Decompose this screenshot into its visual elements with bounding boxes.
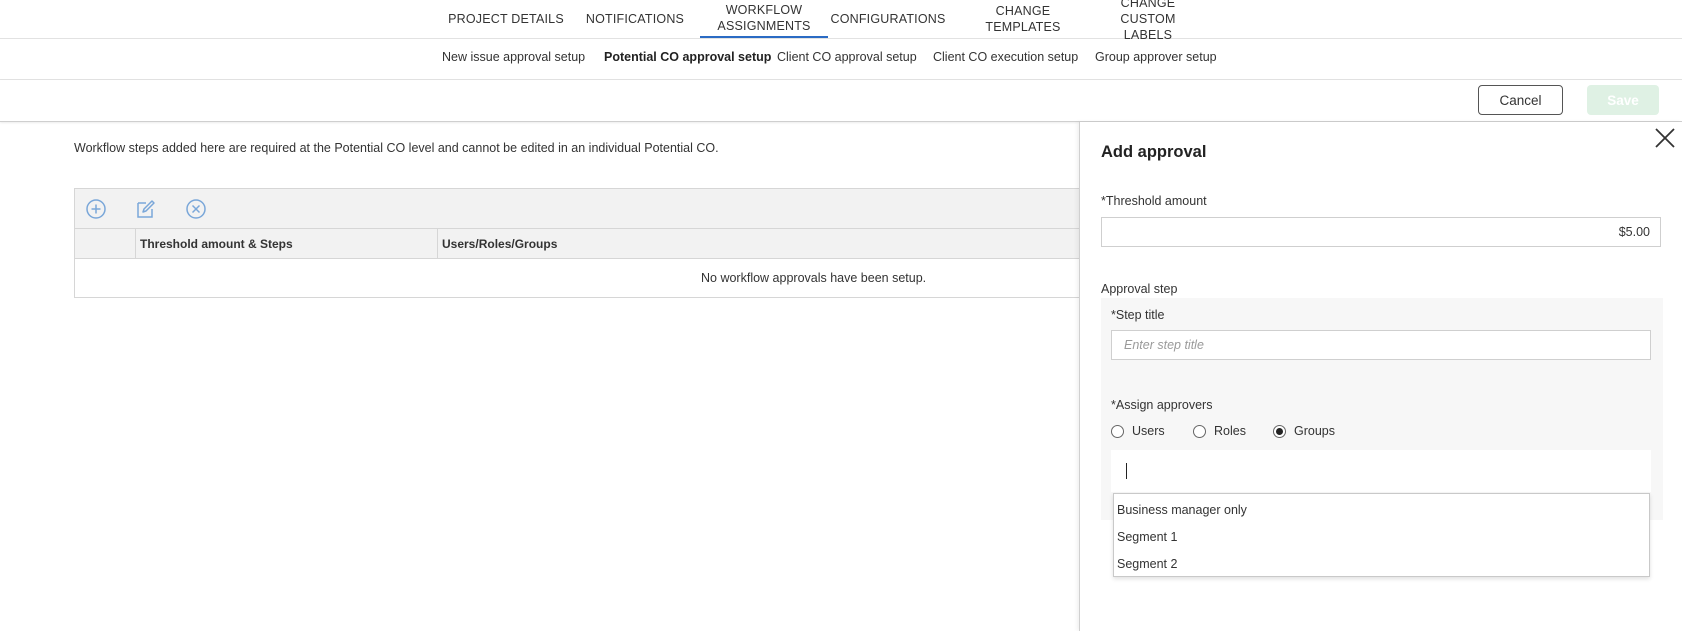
radio-label: Users: [1132, 424, 1165, 438]
step-title-input[interactable]: [1111, 330, 1651, 360]
radio-button-icon: [1111, 424, 1124, 438]
radio-users[interactable]: Users: [1111, 424, 1165, 438]
add-circle-icon[interactable]: [85, 198, 107, 220]
text-caret: [1126, 463, 1127, 479]
radio-button-icon: [1193, 424, 1206, 438]
subtab-new-issue-approval[interactable]: New issue approval setup: [442, 50, 585, 64]
dropdown-option[interactable]: Segment 2: [1115, 550, 1649, 577]
radio-label: Roles: [1214, 424, 1246, 438]
approval-step-section: *Step title *Assign approvers Users Role…: [1101, 298, 1663, 520]
panel-title: Add approval: [1101, 143, 1207, 161]
tab-label: CHANGE TEMPLATES: [985, 4, 1061, 34]
radio-label: Groups: [1294, 424, 1335, 438]
subtab-potential-co-approval[interactable]: Potential CO approval setup: [604, 50, 771, 64]
subtab-client-co-execution[interactable]: Client CO execution setup: [933, 50, 1078, 64]
tab-label-line1: WORKFLOW: [725, 3, 803, 17]
tab-change-custom-labels[interactable]: CHANGE CUSTOM LABELS: [1092, 0, 1204, 42]
assign-approvers-label: *Assign approvers: [1111, 398, 1213, 412]
workflow-grid: Threshold amount & Steps Users/Roles/Gro…: [74, 188, 1080, 298]
radio-groups[interactable]: Groups: [1273, 424, 1335, 438]
approval-step-label: Approval step: [1101, 282, 1178, 296]
column-header-threshold[interactable]: Threshold amount & Steps: [135, 229, 437, 259]
grid-empty-message: No workflow approvals have been setup.: [701, 271, 927, 285]
tab-label: PROJECT DETAILS: [448, 12, 564, 26]
radio-roles[interactable]: Roles: [1193, 424, 1246, 438]
tab-project-details[interactable]: PROJECT DETAILS: [446, 0, 566, 38]
radio-button-checked-icon: [1273, 424, 1286, 438]
tab-configurations[interactable]: CONFIGURATIONS: [830, 0, 946, 38]
tab-workflow-assignments[interactable]: WORKFLOW ASSIGNMENTS: [700, 0, 828, 38]
tab-label-line1: CHANGE CUSTOM: [1120, 0, 1176, 26]
step-title-label: *Step title: [1111, 308, 1165, 322]
edit-icon[interactable]: [135, 198, 157, 220]
tab-notifications[interactable]: NOTIFICATIONS: [583, 0, 687, 38]
info-text: Workflow steps added here are required a…: [74, 141, 719, 155]
threshold-label: *Threshold amount: [1101, 194, 1207, 208]
close-icon[interactable]: [1653, 126, 1677, 150]
dropdown-option[interactable]: Business manager only: [1115, 496, 1649, 523]
dropdown-option[interactable]: Segment 1: [1115, 523, 1649, 550]
save-button[interactable]: Save: [1587, 85, 1659, 115]
threshold-amount-input[interactable]: [1101, 217, 1661, 247]
tab-change-templates[interactable]: CHANGE TEMPLATES: [960, 0, 1086, 38]
remove-circle-icon[interactable]: [185, 198, 207, 220]
grid-toolbar: [75, 189, 1079, 229]
group-search-input[interactable]: [1111, 450, 1651, 492]
tab-label: NOTIFICATIONS: [585, 12, 685, 26]
group-dropdown-list: Business manager only Segment 1 Segment …: [1113, 493, 1650, 577]
tab-label: CONFIGURATIONS: [830, 12, 946, 26]
column-header-users-roles-groups[interactable]: Users/Roles/Groups: [437, 229, 737, 259]
subtab-client-co-approval[interactable]: Client CO approval setup: [777, 50, 917, 64]
sub-tab-bar: New issue approval setup Potential CO ap…: [0, 39, 1682, 80]
subtab-group-approver[interactable]: Group approver setup: [1095, 50, 1217, 64]
page: PROJECT DETAILS NOTIFICATIONS WORKFLOW A…: [0, 0, 1682, 631]
cancel-button[interactable]: Cancel: [1478, 85, 1563, 115]
action-bar: Cancel Save: [0, 80, 1682, 122]
tab-label-line2: ASSIGNMENTS: [717, 19, 811, 33]
grid-header: Threshold amount & Steps Users/Roles/Gro…: [75, 229, 1079, 259]
top-tab-bar: PROJECT DETAILS NOTIFICATIONS WORKFLOW A…: [0, 0, 1682, 42]
